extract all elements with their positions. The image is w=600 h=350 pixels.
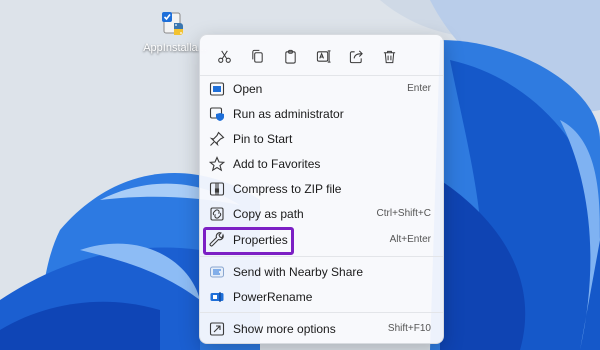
cut-icon <box>217 50 231 63</box>
menu-item-pin-to-start[interactable]: Pin to Start <box>206 127 437 151</box>
python-file-icon <box>160 10 190 40</box>
context-menu-toolbar <box>208 43 435 69</box>
desktop: AppInstalla... Open Enter Run as adminis… <box>0 0 600 350</box>
share-button[interactable] <box>340 43 372 69</box>
copy-path-icon <box>209 206 225 222</box>
share-icon <box>349 50 363 63</box>
context-menu: Open Enter Run as administrator Pin to S… <box>199 34 444 344</box>
rename-icon <box>316 49 331 63</box>
copy-icon <box>251 49 263 63</box>
powerrename-icon <box>209 289 225 305</box>
menu-item-show-more-options[interactable]: Show more options Shift+F10 <box>206 317 437 341</box>
zip-icon <box>209 181 225 197</box>
menu-item-open[interactable]: Open Enter <box>206 77 437 101</box>
paste-button[interactable] <box>274 43 306 69</box>
menu-item-copy-as-path[interactable]: Copy as path Ctrl+Shift+C <box>206 202 437 226</box>
menu-item-run-as-administrator[interactable]: Run as administrator <box>206 102 437 126</box>
nearby-share-icon <box>209 264 225 280</box>
menu-separator <box>200 312 443 313</box>
properties-highlight-box <box>203 227 294 255</box>
star-icon <box>208 156 226 172</box>
run-as-admin-icon <box>209 106 225 122</box>
menu-item-nearby-share[interactable]: Send with Nearby Share <box>206 260 437 284</box>
copy-button[interactable] <box>241 43 273 69</box>
menu-separator <box>200 256 443 257</box>
open-icon <box>209 81 225 97</box>
delete-icon <box>383 50 395 63</box>
show-more-icon <box>209 321 225 337</box>
rename-button[interactable] <box>307 43 339 69</box>
menu-item-compress-to-zip[interactable]: Compress to ZIP file <box>206 177 437 201</box>
menu-item-add-to-favorites[interactable]: Add to Favorites <box>206 152 437 176</box>
menu-item-powerrename[interactable]: PowerRename <box>206 285 437 309</box>
cut-button[interactable] <box>208 43 240 69</box>
delete-button[interactable] <box>373 43 405 69</box>
menu-separator <box>200 75 443 76</box>
paste-icon <box>284 49 296 64</box>
pin-icon <box>209 131 225 147</box>
